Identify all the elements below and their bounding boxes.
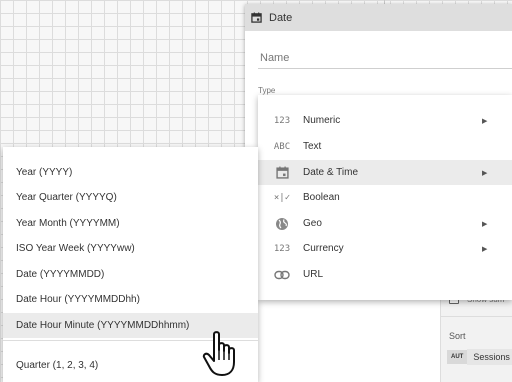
type-item-label: Numeric bbox=[303, 115, 341, 126]
type-item-url[interactable]: URL bbox=[258, 262, 512, 287]
type-item-label: Boolean bbox=[303, 192, 340, 203]
chevron-right-icon: ▶ bbox=[482, 220, 488, 228]
chevron-right-icon: ▶ bbox=[482, 169, 488, 177]
numeric-icon: 123 bbox=[273, 115, 291, 126]
type-item-date-time[interactable]: Date & Time ▶ bbox=[258, 160, 512, 185]
name-input[interactable]: Name bbox=[260, 52, 289, 64]
type-item-text[interactable]: ABC Text bbox=[258, 134, 512, 159]
date-format-item[interactable]: ISO Year Week (YYYYww) bbox=[3, 236, 258, 261]
type-dropdown-menu: 123 Numeric ▶ ABC Text Date & Time ▶ ×|✓… bbox=[258, 95, 512, 300]
currency-icon: 123 bbox=[273, 243, 291, 254]
sort-chip-field: Sessions bbox=[467, 349, 512, 365]
type-item-label: Date & Time bbox=[303, 167, 359, 178]
type-item-numeric[interactable]: 123 Numeric ▶ bbox=[258, 108, 512, 133]
type-item-currency[interactable]: 123 Currency ▶ bbox=[258, 236, 512, 261]
name-input-underline bbox=[258, 68, 512, 69]
text-icon: ABC bbox=[273, 141, 291, 152]
type-item-label: Text bbox=[303, 141, 322, 152]
field-editor-title: Date bbox=[269, 11, 293, 24]
chevron-right-icon: ▶ bbox=[482, 245, 488, 253]
chevron-right-icon: ▶ bbox=[482, 117, 488, 125]
type-label: Type bbox=[258, 86, 276, 95]
sort-label: Sort bbox=[449, 331, 466, 341]
divider bbox=[441, 316, 512, 317]
date-format-item[interactable]: Year Quarter (YYYYQ) bbox=[3, 185, 258, 210]
field-editor-header: Date bbox=[245, 4, 512, 31]
type-item-boolean[interactable]: ×|✓ Boolean bbox=[258, 185, 512, 210]
hand-pointer-cursor-icon bbox=[202, 331, 235, 376]
type-item-geo[interactable]: Geo ▶ bbox=[258, 211, 512, 236]
date-format-item[interactable]: Year (YYYY) bbox=[3, 160, 258, 185]
type-item-label: Currency bbox=[303, 243, 344, 254]
calendar-icon bbox=[251, 12, 262, 23]
link-icon bbox=[271, 270, 293, 280]
type-item-label: Geo bbox=[303, 218, 322, 229]
globe-icon bbox=[271, 217, 293, 231]
date-format-item[interactable]: Year Month (YYYYMM) bbox=[3, 211, 258, 236]
calendar-icon bbox=[271, 166, 293, 179]
date-format-item[interactable]: Date (YYYYMMDD) bbox=[3, 262, 258, 287]
sort-chip-prefix: AUT bbox=[447, 350, 468, 364]
type-item-label: URL bbox=[303, 269, 324, 280]
boolean-icon: ×|✓ bbox=[273, 192, 291, 203]
sort-chip[interactable]: AUT Sessions bbox=[447, 349, 512, 365]
date-format-item[interactable]: Date Hour (YYYYMMDDhh) bbox=[3, 287, 258, 312]
